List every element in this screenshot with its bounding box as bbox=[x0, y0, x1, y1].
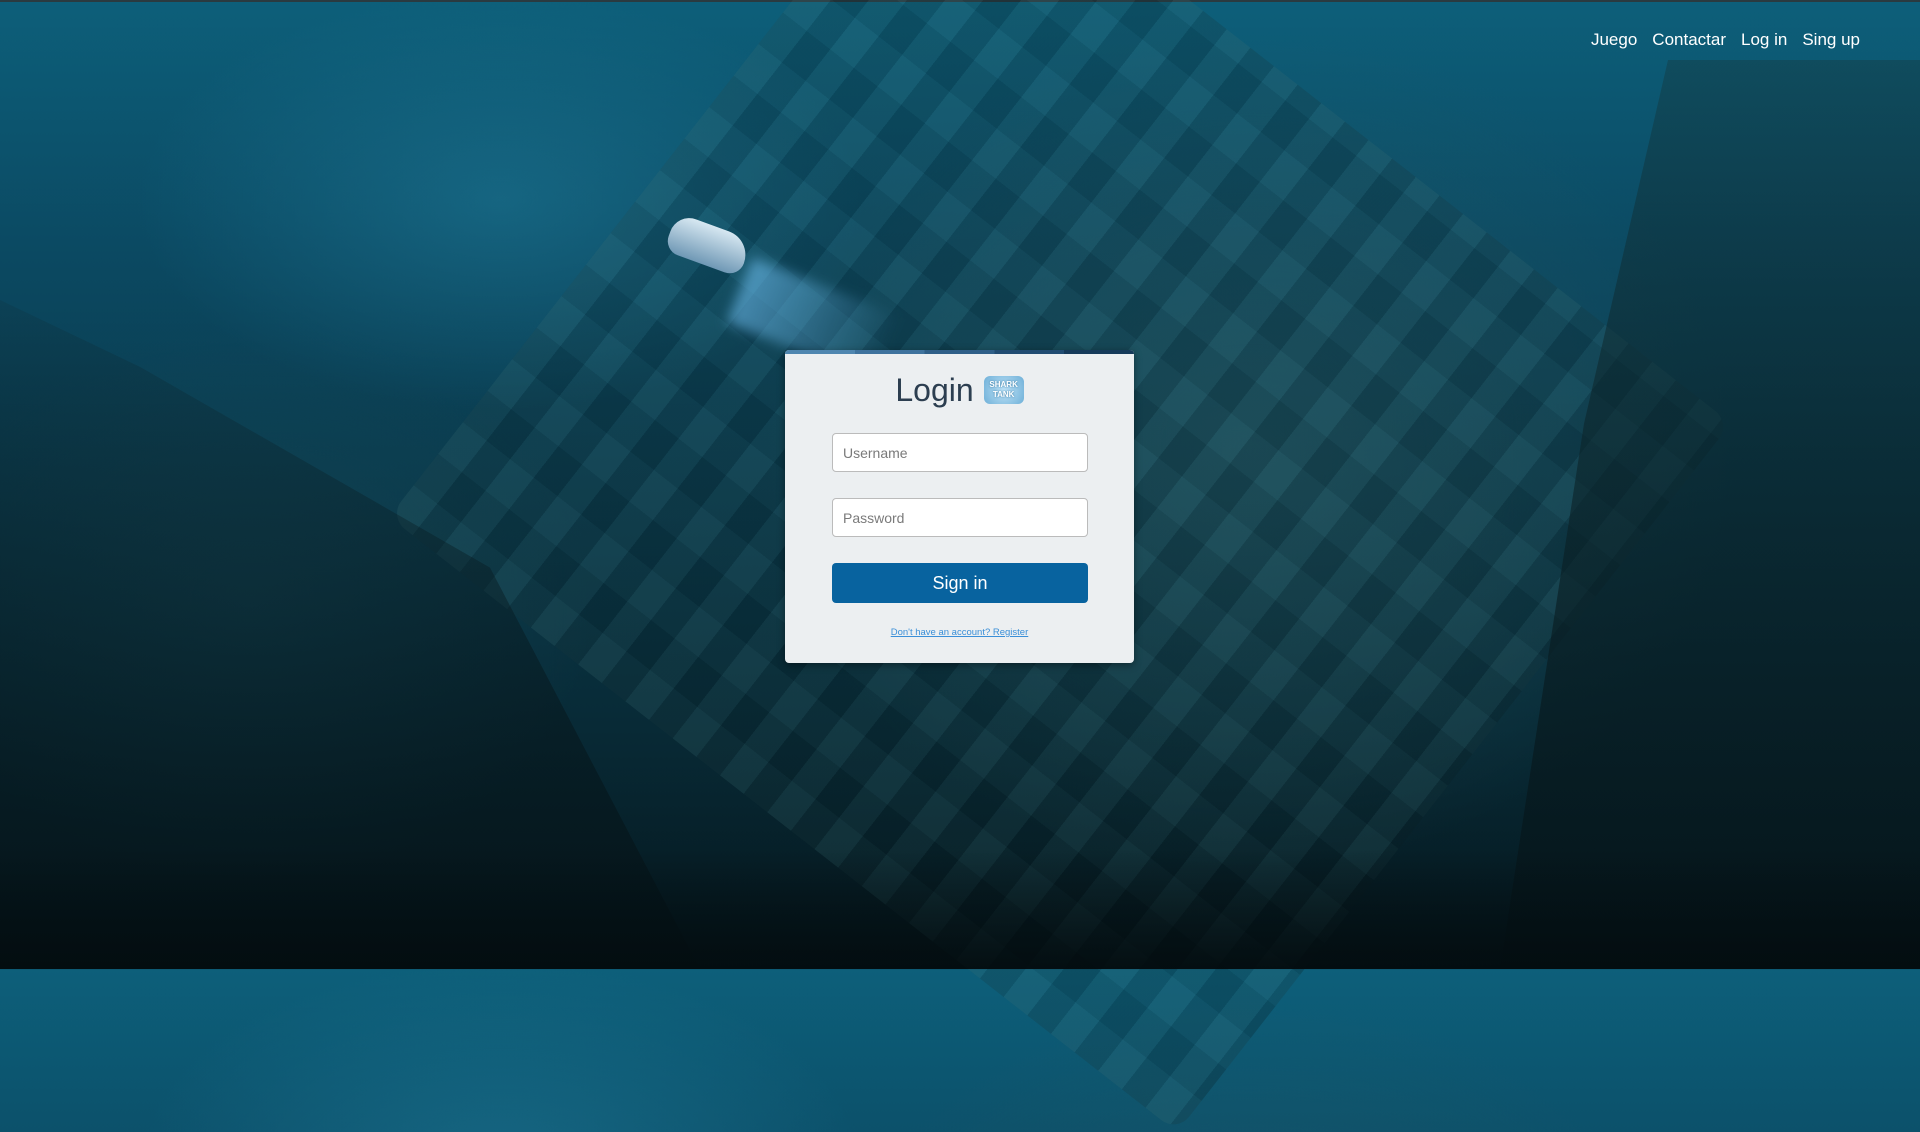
login-card: Login SHARKTANK Sign in Don't have an ac… bbox=[785, 350, 1134, 663]
nav-login[interactable]: Log in bbox=[1741, 30, 1787, 50]
shark-tank-logo: SHARK TANK bbox=[983, 376, 1024, 404]
login-title-row: Login SHARK TANK bbox=[785, 370, 1134, 410]
background-seafloor bbox=[0, 849, 1920, 969]
username-input[interactable] bbox=[832, 433, 1088, 472]
nav-juego[interactable]: Juego bbox=[1591, 30, 1637, 50]
top-nav: Juego Contactar Log in Sing up bbox=[1591, 30, 1860, 50]
sign-in-button[interactable]: Sign in bbox=[832, 563, 1088, 603]
nav-signup[interactable]: Sing up bbox=[1802, 30, 1860, 50]
register-link[interactable]: Don't have an account? Register bbox=[891, 627, 1029, 638]
login-title: Login bbox=[895, 371, 974, 408]
register-row: Don't have an account? Register bbox=[785, 627, 1134, 638]
nav-contactar[interactable]: Contactar bbox=[1652, 30, 1726, 50]
card-top-stripe bbox=[785, 350, 1134, 354]
password-input[interactable] bbox=[832, 498, 1088, 537]
